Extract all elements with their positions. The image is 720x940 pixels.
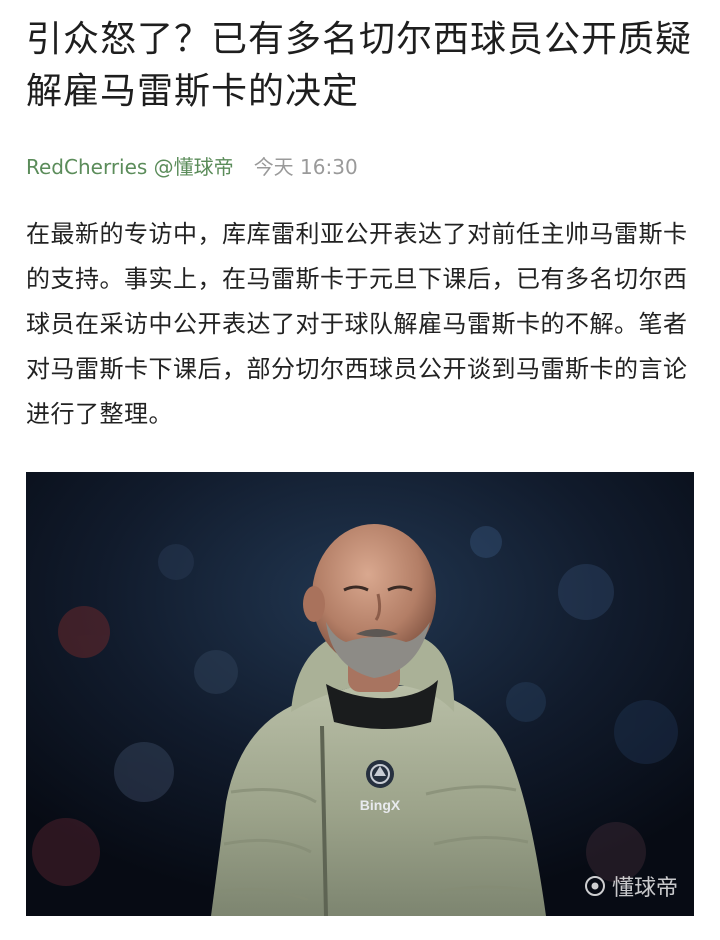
watermark-text: 懂球帝 bbox=[611, 876, 678, 901]
club-crest-icon bbox=[366, 760, 394, 788]
article-meta: RedCherries @懂球帝 今天 16:30 bbox=[26, 150, 358, 180]
author-link[interactable]: RedCherries @懂球帝 bbox=[26, 151, 234, 180]
coach-photo-illustration: BingX bbox=[26, 472, 694, 916]
article-title: 引众怒了？已有多名切尔西球员公开质疑解雇马雷斯卡的决定 bbox=[26, 19, 693, 112]
article-body: 在最新的专访中，库库雷利亚公开表达了对前任主帅马雷斯卡的支持。事实上，在马雷斯卡… bbox=[26, 220, 688, 428]
publish-time: 今天 16:30 bbox=[253, 154, 358, 179]
article-photo[interactable]: BingX 懂球帝 bbox=[26, 472, 694, 916]
jacket-sponsor-text: BingX bbox=[360, 797, 401, 813]
photo-watermark: 懂球帝 bbox=[584, 870, 678, 902]
dongqiudi-logo-icon bbox=[584, 876, 605, 896]
